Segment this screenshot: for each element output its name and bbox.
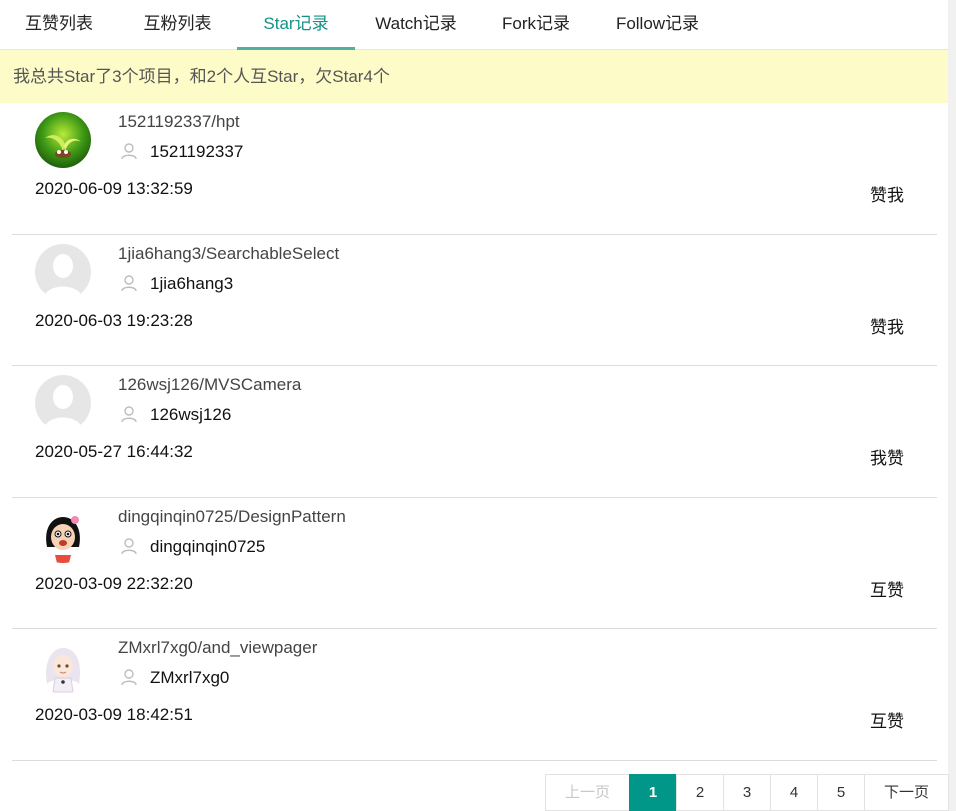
repo-link[interactable]: 1jia6hang3/SearchableSelect	[118, 244, 339, 264]
star-record-list: 1521192337/hpt 1521192337 2020-06-09 13:…	[12, 103, 937, 761]
default-avatar[interactable]	[35, 243, 91, 300]
relation-label: 赞我	[870, 317, 904, 337]
user-icon	[121, 669, 137, 686]
star-time: 2020-06-09 13:32:59	[35, 179, 193, 198]
owner-name[interactable]: 1jia6hang3	[150, 274, 233, 294]
default-avatar[interactable]	[35, 375, 91, 431]
tab-fork-records[interactable]: Fork记录	[477, 0, 595, 50]
anime-girl-avatar[interactable]	[35, 638, 91, 694]
tab-watch-records[interactable]: Watch记录	[355, 0, 477, 50]
star-summary-notice: 我总共Star了3个项目，和2个人互Star，欠Star4个	[0, 50, 948, 103]
user-icon	[121, 274, 137, 291]
owner-name[interactable]: 1521192337	[150, 142, 243, 162]
page-button-5[interactable]: 5	[817, 774, 865, 811]
list-item: 126wsj126/MVSCamera 126wsj126 2020-05-27…	[12, 366, 937, 498]
star-time: 2020-05-27 16:44:32	[35, 442, 193, 461]
page-button-4[interactable]: 4	[770, 774, 818, 811]
owner-name[interactable]: dingqinqin0725	[150, 537, 265, 557]
page-button-3[interactable]: 3	[723, 774, 771, 811]
repo-link[interactable]: ZMxrl7xg0/and_viewpager	[118, 638, 317, 658]
scrollbar[interactable]	[948, 0, 956, 811]
cartoon-girl-avatar[interactable]	[35, 506, 91, 563]
page-button-1[interactable]: 1	[629, 774, 677, 811]
tab-star-records[interactable]: Star记录	[237, 0, 355, 50]
prev-page-button[interactable]: 上一页	[545, 774, 630, 811]
next-page-button[interactable]: 下一页	[864, 774, 949, 811]
repo-link[interactable]: 1521192337/hpt	[118, 112, 240, 132]
star-time: 2020-06-03 19:23:28	[35, 310, 193, 330]
green-sprout-avatar[interactable]	[35, 112, 91, 168]
repo-link[interactable]: 126wsj126/MVSCamera	[118, 375, 301, 395]
list-item: dingqinqin0725/DesignPattern dingqinqin0…	[12, 498, 937, 629]
page-button-2[interactable]: 2	[676, 774, 724, 811]
owner-name[interactable]: ZMxrl7xg0	[150, 668, 229, 688]
relation-label: 互赞	[870, 712, 904, 731]
list-item: ZMxrl7xg0/and_viewpager ZMxrl7xg0 2020-0…	[12, 629, 937, 761]
star-time: 2020-03-09 18:42:51	[35, 705, 193, 724]
tab-mutual-follows[interactable]: 互粉列表	[118, 0, 237, 50]
user-icon	[121, 406, 137, 423]
owner-name[interactable]: 126wsj126	[150, 405, 231, 425]
list-item: 1521192337/hpt 1521192337 2020-06-09 13:…	[12, 103, 937, 235]
user-icon	[121, 537, 137, 554]
tab-mutual-likes[interactable]: 互赞列表	[0, 0, 118, 50]
repo-link[interactable]: dingqinqin0725/DesignPattern	[118, 507, 346, 527]
user-icon	[121, 143, 137, 160]
relation-label: 赞我	[870, 186, 904, 205]
list-item: 1jia6hang3/SearchableSelect 1jia6hang3 2…	[12, 235, 937, 366]
tab-bar: 互赞列表 互粉列表 Star记录 Watch记录 Fork记录 Follow记录	[0, 0, 948, 50]
tab-follow-records[interactable]: Follow记录	[595, 0, 720, 50]
relation-label: 互赞	[870, 580, 904, 600]
pagination: 上一页 1 2 3 4 5 下一页	[545, 774, 949, 811]
relation-label: 我赞	[870, 449, 904, 468]
star-time: 2020-03-09 22:32:20	[35, 573, 193, 593]
